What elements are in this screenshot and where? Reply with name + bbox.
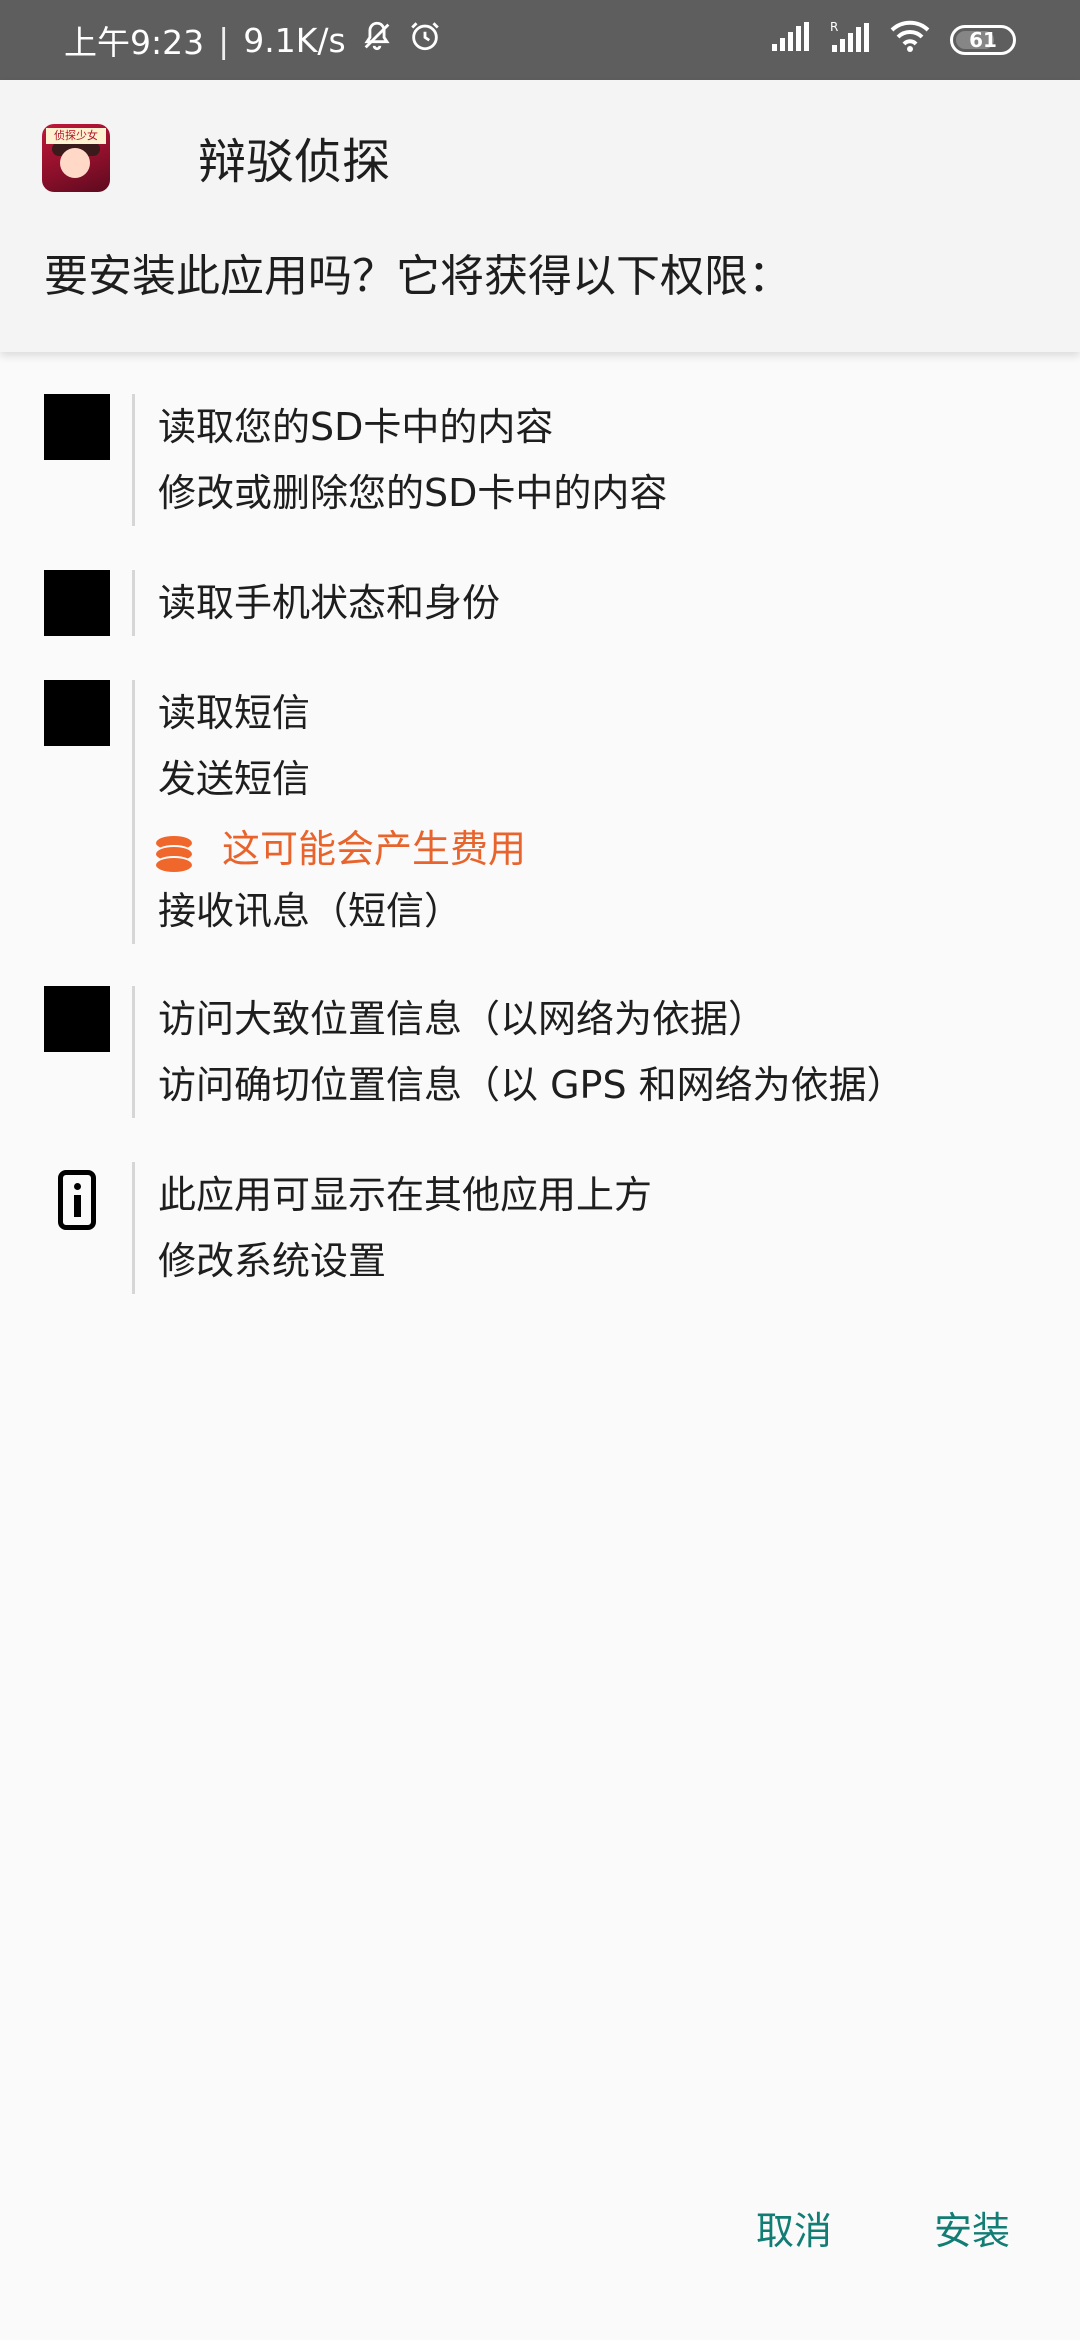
group-divider bbox=[132, 1162, 135, 1294]
signal-roaming-icon: R bbox=[830, 19, 870, 61]
permission-item: 修改系统设置 bbox=[158, 1239, 387, 1283]
permission-item: 此应用可显示在其他应用上方 bbox=[158, 1173, 653, 1217]
permission-group-location: 访问大致位置信息（以网络为依据） 访问确切位置信息（以 GPS 和网络为依据） bbox=[0, 986, 1080, 1118]
install-button[interactable]: 安装 bbox=[934, 2200, 1010, 2255]
permission-item: 读取短信 bbox=[158, 691, 311, 735]
status-bar: 上午9:23 | 9.1K/s R 61 bbox=[0, 0, 1080, 80]
group-divider bbox=[132, 680, 135, 944]
permission-group-system: 此应用可显示在其他应用上方 修改系统设置 bbox=[0, 1162, 1080, 1294]
status-time: 上午9:23 bbox=[64, 23, 205, 62]
app-name: 辩驳侦探 bbox=[198, 134, 391, 190]
permission-group-sms: 读取短信 发送短信 这可能会产生费用 接收讯息（短信） bbox=[0, 680, 1080, 944]
alarm-icon bbox=[408, 19, 442, 61]
permission-item: 接收讯息（短信） bbox=[158, 889, 463, 933]
group-divider bbox=[132, 394, 135, 526]
permission-item: 修改或删除您的SD卡中的内容 bbox=[158, 471, 668, 515]
permission-group-storage: 读取您的SD卡中的内容 修改或删除您的SD卡中的内容 bbox=[0, 394, 1080, 526]
warning-text: 这可能会产生费用 bbox=[222, 827, 527, 871]
permission-item: 发送短信 bbox=[158, 757, 311, 801]
permission-item: 读取手机状态和身份 bbox=[158, 581, 501, 625]
phone-icon bbox=[44, 570, 110, 636]
coins-icon bbox=[154, 834, 198, 878]
group-divider bbox=[132, 986, 135, 1118]
group-divider bbox=[132, 570, 135, 636]
install-header: 侦探少女 辩驳侦探 要安装此应用吗？它将获得以下权限： bbox=[0, 80, 1080, 352]
battery-icon: 61 bbox=[950, 25, 1016, 55]
location-icon bbox=[44, 986, 110, 1052]
network-speed: 9.1K/s bbox=[243, 20, 346, 60]
permission-item: 访问大致位置信息（以网络为依据） bbox=[158, 997, 767, 1041]
info-phone-icon bbox=[58, 1170, 96, 1230]
permission-item: 访问确切位置信息（以 GPS 和网络为依据） bbox=[158, 1063, 905, 1107]
dialog-footer: 取消 安装 bbox=[0, 2200, 1080, 2280]
app-icon: 侦探少女 bbox=[42, 124, 110, 192]
permission-item: 读取您的SD卡中的内容 bbox=[158, 405, 554, 449]
cost-warning: 这可能会产生费用 bbox=[154, 816, 527, 882]
svg-text:R: R bbox=[830, 20, 838, 34]
install-question: 要安装此应用吗？它将获得以下权限： bbox=[44, 251, 792, 302]
battery-level: 61 bbox=[969, 28, 997, 52]
storage-icon bbox=[44, 394, 110, 460]
cancel-button[interactable]: 取消 bbox=[756, 2200, 832, 2255]
wifi-icon bbox=[890, 20, 930, 60]
signal-icon bbox=[770, 21, 810, 60]
mute-bell-icon bbox=[360, 19, 394, 61]
status-separator: | bbox=[218, 20, 230, 60]
app-icon-text: 侦探少女 bbox=[46, 128, 106, 144]
sms-icon bbox=[44, 680, 110, 746]
permission-group-phone: 读取手机状态和身份 bbox=[0, 570, 1080, 636]
